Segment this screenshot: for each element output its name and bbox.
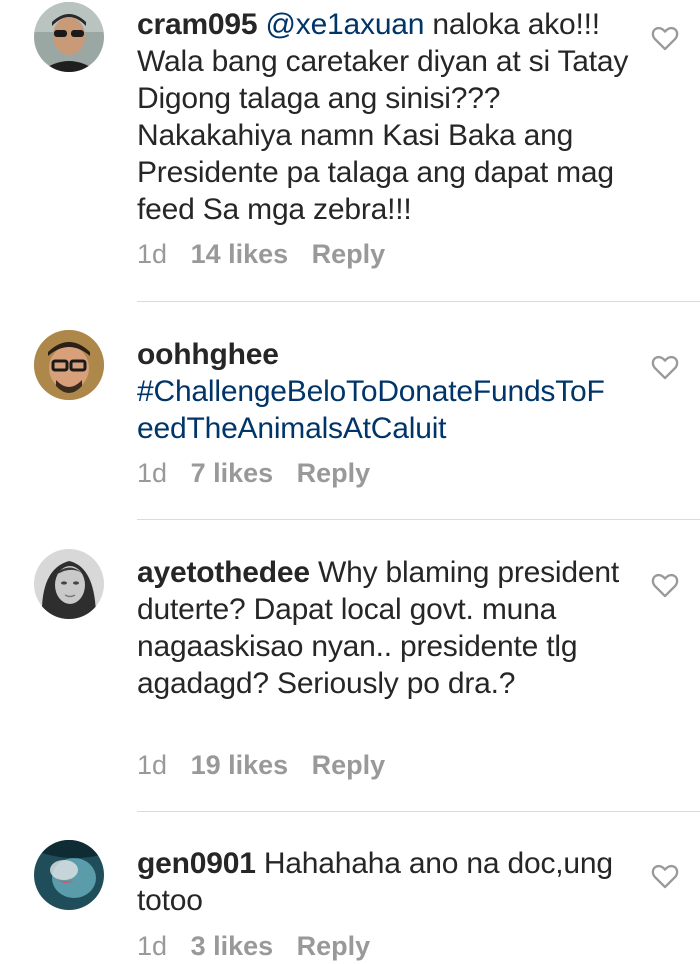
comment-text: oohhghee #ChallengeBeloToDonateFundsToF …: [137, 336, 637, 447]
reply-button[interactable]: Reply: [297, 458, 371, 488]
comment-time: 1d: [137, 239, 168, 269]
comment-username[interactable]: ayetothedee: [137, 556, 310, 589]
comment-time: 1d: [137, 750, 168, 780]
comment-text: gen0901 Hahahaha ano na doc,ung totoo: [137, 845, 637, 919]
comment-text: cram095 @xe1axuan naloka ako!!! Wala ban…: [137, 6, 637, 228]
avatar[interactable]: [34, 549, 104, 619]
hashtag-line-1: #ChallengeBeloToDonateFundsToF: [137, 375, 605, 408]
comment-username[interactable]: gen0901: [137, 847, 256, 880]
heart-outline-icon[interactable]: [651, 572, 679, 598]
comment-meta: 1d 7 likes Reply: [137, 458, 386, 489]
comment-mention-link[interactable]: @xe1axuan: [266, 8, 425, 41]
hashtag-line-2: eedTheAnimalsAtCaluit: [137, 412, 447, 445]
comment-time: 1d: [137, 931, 168, 961]
avatar[interactable]: [34, 840, 104, 910]
heart-outline-icon[interactable]: [651, 25, 679, 51]
comment-likes[interactable]: 19 likes: [191, 750, 289, 780]
comment-divider: [137, 811, 700, 812]
comment-hashtag-link[interactable]: #ChallengeBeloToDonateFundsToF eedTheAni…: [137, 373, 637, 447]
reply-button[interactable]: Reply: [312, 239, 386, 269]
comment-likes[interactable]: 7 likes: [191, 458, 274, 488]
comment-meta: 1d 19 likes Reply: [137, 750, 401, 781]
comment-username[interactable]: cram095: [137, 8, 258, 41]
avatar[interactable]: [34, 2, 104, 72]
reply-button[interactable]: Reply: [312, 750, 386, 780]
comment-divider: [137, 301, 700, 302]
heart-outline-icon[interactable]: [651, 863, 679, 889]
comment-username[interactable]: oohhghee: [137, 336, 637, 373]
comment-meta: 1d 3 likes Reply: [137, 931, 386, 962]
comment-meta: 1d 14 likes Reply: [137, 239, 401, 270]
comment-likes[interactable]: 3 likes: [191, 931, 274, 961]
avatar[interactable]: [34, 330, 104, 400]
comment-text: ayetothedee Why blaming president dutert…: [137, 554, 637, 702]
reply-button[interactable]: Reply: [297, 931, 371, 961]
heart-outline-icon[interactable]: [651, 354, 679, 380]
comment-time: 1d: [137, 458, 168, 488]
comment-divider: [137, 519, 700, 520]
comment-likes[interactable]: 14 likes: [191, 239, 289, 269]
